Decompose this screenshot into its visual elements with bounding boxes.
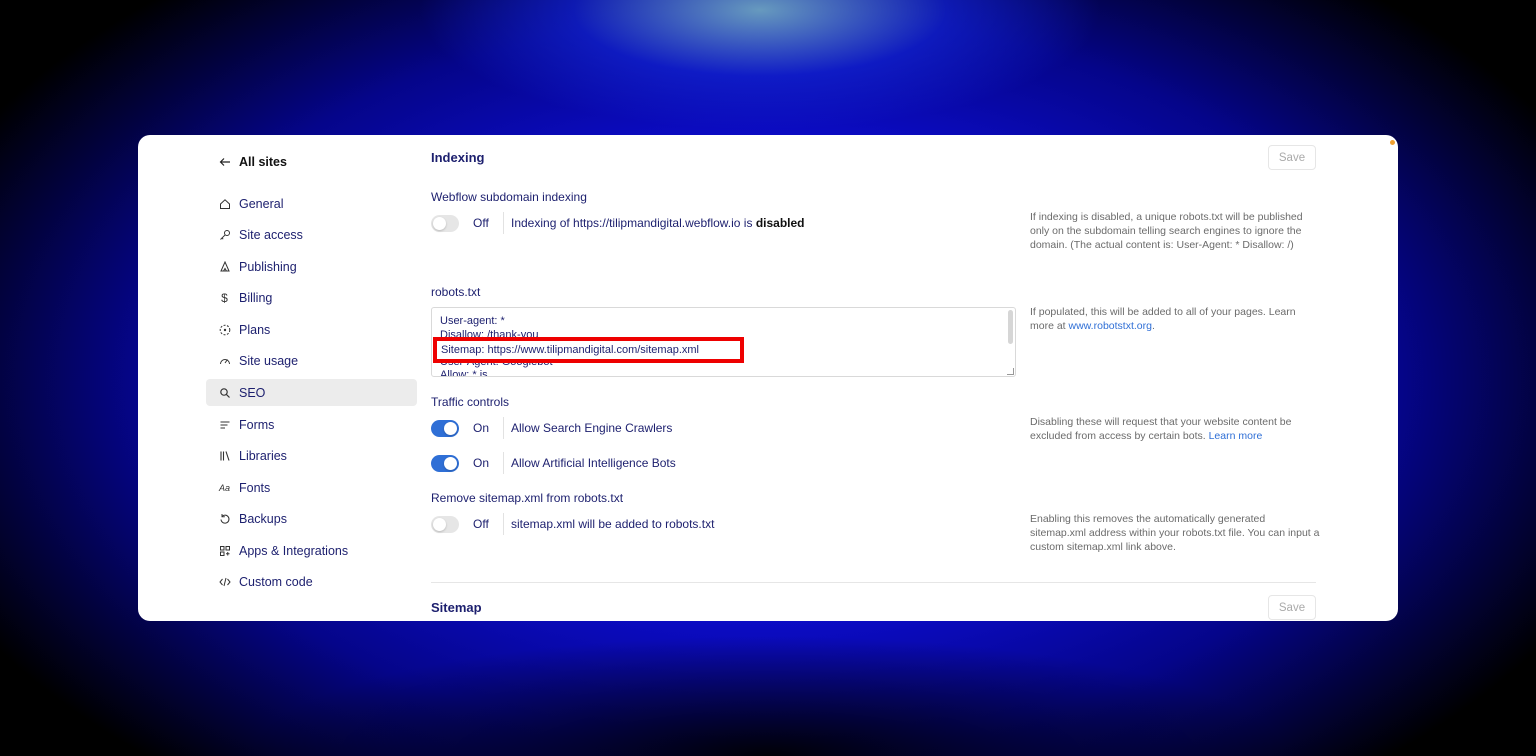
settings-panel: All sites General Site access Publishing… [138,135,1398,621]
subdomain-indexing-row: Off Indexing of https://tilipmandigital.… [431,212,805,234]
home-icon [218,197,231,210]
crawlers-text: Allow Search Engine Crawlers [511,421,673,435]
sitemap-title: Sitemap [431,600,482,615]
sidebar-item-forms[interactable]: Forms [206,411,417,438]
divider [503,513,504,535]
ai-bots-row: On Allow Artificial Intelligence Bots [431,452,676,474]
crawlers-row: On Allow Search Engine Crawlers [431,417,672,439]
key-icon [218,228,231,241]
rocket-icon [218,260,231,273]
sidebar-item-label: SEO [239,385,266,400]
sidebar-item-fonts[interactable]: Aa Fonts [206,474,417,501]
remove-sitemap-state: Off [473,517,489,531]
crawlers-toggle[interactable] [431,419,459,437]
sidebar-item-label: Fonts [239,480,271,495]
ai-bots-toggle[interactable] [431,454,459,472]
plans-icon [218,323,231,336]
main-content: Indexing Save Webflow subdomain indexing… [431,135,1319,621]
remove-sitemap-help: Enabling this removes the automatically … [1030,513,1320,553]
robots-txt-help: If populated, this will be added to all … [1030,306,1296,332]
divider [503,417,504,439]
backup-icon [218,512,231,525]
traffic-controls-help: Disabling these will request that your w… [1030,416,1292,442]
dollar-icon: $ [221,290,228,305]
sidebar-item-label: Libraries [239,448,287,463]
sidebar-item-apps-integrations[interactable]: Apps & Integrations [206,537,417,564]
sidebar-item-billing[interactable]: $ Billing [206,284,417,311]
sidebar-item-plans[interactable]: Plans [206,316,417,343]
all-sites-link[interactable]: All sites [218,155,287,169]
status-dot [1390,140,1395,145]
divider [503,452,504,474]
sidebar-item-label: Plans [239,322,271,337]
forms-icon [218,418,231,431]
sidebar-item-backups[interactable]: Backups [206,505,417,532]
sidebar-item-label: Forms [239,417,275,432]
sitemap-line-highlight: Sitemap: https://www.tilipmandigital.com… [433,337,744,363]
indexing-title: Indexing [431,150,485,165]
sidebar-item-publishing[interactable]: Publishing [206,253,417,280]
subdomain-indexing-toggle[interactable] [431,214,459,232]
arrow-left-icon [218,156,231,169]
code-icon [218,575,231,588]
sidebar-item-general[interactable]: General [206,190,417,217]
robots-line: User-agent: * [440,315,505,327]
ai-bots-text: Allow Artificial Intelligence Bots [511,456,676,470]
textarea-scrollbar[interactable] [1008,310,1013,344]
traffic-controls-label: Traffic controls [431,395,510,409]
apps-icon [218,544,231,557]
remove-sitemap-label: Remove sitemap.xml from robots.txt [431,491,624,505]
sitemap-save-button[interactable]: Save [1268,595,1316,620]
sidebar-item-label: Billing [239,290,273,305]
indexing-save-button[interactable]: Save [1268,145,1316,170]
learn-more-link[interactable]: Learn more [1209,430,1263,442]
robots-txt-label: robots.txt [431,285,481,299]
sidebar-item-libraries[interactable]: Libraries [206,442,417,469]
remove-sitemap-row: Off sitemap.xml will be added to robots.… [431,513,714,535]
section-divider [431,582,1316,583]
sidebar-item-label: Backups [239,511,287,526]
sidebar-item-site-usage[interactable]: Site usage [206,347,417,374]
crawlers-state: On [473,421,490,435]
remove-sitemap-text: sitemap.xml will be added to robots.txt [511,517,715,531]
all-sites-label: All sites [239,155,287,169]
sidebar-item-seo[interactable]: SEO [206,379,417,406]
ai-bots-state: On [473,456,490,470]
libraries-icon [218,449,231,462]
subdomain-indexing-label: Webflow subdomain indexing [431,190,587,204]
subdomain-indexing-state: Off [473,216,489,230]
search-icon [218,386,231,399]
sidebar-item-label: Site usage [239,353,299,368]
subdomain-indexing-text: Indexing of https://tilipmandigital.webf… [511,216,805,230]
subdomain-indexing-help: If indexing is disabled, a unique robots… [1030,211,1303,251]
remove-sitemap-toggle[interactable] [431,515,459,533]
sidebar-item-custom-code[interactable]: Custom code [206,568,417,595]
resize-grip-icon[interactable] [1007,368,1014,375]
robots-txt-textarea[interactable]: User-agent: * Disallow: /thank-you User-… [431,307,1016,377]
robotstxt-link[interactable]: www.robotstxt.org [1069,320,1152,332]
robots-line: Allow: *.js [440,369,488,377]
sidebar-item-label: Custom code [239,574,313,589]
fonts-icon: Aa [218,482,230,493]
sidebar-item-label: Apps & Integrations [239,543,349,558]
divider [503,212,504,234]
sidebar-item-label: General [239,196,284,211]
sidebar-item-site-access[interactable]: Site access [206,221,417,248]
sidebar-item-label: Site access [239,227,303,242]
gauge-icon [218,354,231,367]
sidebar-item-label: Publishing [239,259,297,274]
